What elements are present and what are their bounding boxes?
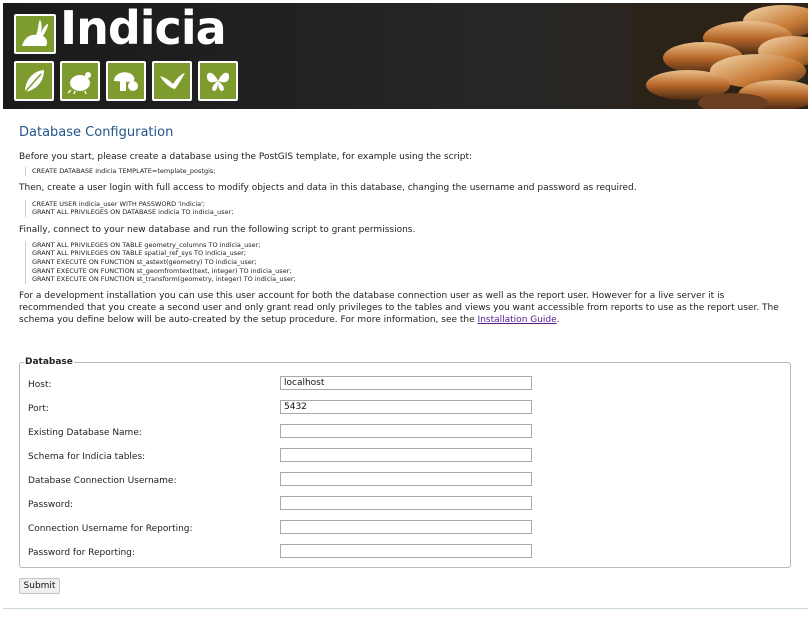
report-username-label: Connection Username for Reporting: [28,524,193,534]
brand-name: Indicia [60,3,227,55]
bird-icon [152,61,192,101]
host-label: Host: [28,380,52,390]
code-line: GRANT EXECUTE ON FUNCTION st_transform(g… [32,275,296,284]
rabbit-icon [14,14,56,54]
db-username-row: Database Connection Username: [28,472,788,490]
code-line: GRANT ALL PRIVILEGES ON TABLE spatial_re… [32,249,247,258]
note-end: . [556,314,560,325]
footer-divider [3,608,808,609]
main-content: Database Configuration Before you start,… [19,124,791,594]
beetle-icon [60,61,100,101]
password-row: Password: [28,496,788,514]
code-block-create-user: CREATE USER indicia_user WITH PASSWORD '… [25,199,791,217]
report-password-label: Password for Reporting: [28,548,135,558]
code-line: CREATE DATABASE indicia TEMPLATE=templat… [32,167,216,175]
fungi-photo [633,3,808,109]
report-username-row: Connection Username for Reporting: [28,520,788,538]
installation-guide-link[interactable]: Installation Guide [478,315,557,325]
schema-row: Schema for Indicia tables: [28,448,788,466]
code-block-grant-permissions: GRANT ALL PRIVILEGES ON TABLE geometry_c… [25,240,791,284]
port-label: Port: [28,404,49,414]
intro-create-user: Then, create a user login with full acce… [19,182,637,193]
host-input[interactable] [280,376,532,390]
mushroom-icon [106,61,146,101]
code-block-create-database: CREATE DATABASE indicia TEMPLATE=templat… [25,167,791,176]
database-fieldset: Database Host: Port: Existing Database N… [19,356,791,568]
db-username-label: Database Connection Username: [28,476,177,486]
password-input[interactable] [280,496,532,510]
schema-input[interactable] [280,448,532,462]
host-row: Host: [28,376,788,394]
report-password-input[interactable] [280,544,532,558]
note-text: For a development installation you can u… [19,290,779,325]
port-row: Port: [28,400,788,418]
submit-button[interactable]: Submit [19,578,60,594]
code-line: GRANT EXECUTE ON FUNCTION st_astext(geom… [32,257,257,266]
code-line: CREATE USER indicia_user WITH PASSWORD '… [32,199,206,208]
database-legend: Database [24,356,74,368]
indicia-logo[interactable]: Indicia [14,3,244,106]
report-password-row: Password for Reporting: [28,544,788,562]
report-username-input[interactable] [280,520,532,534]
development-note: For a development installation you can u… [19,290,791,326]
password-label: Password: [28,500,74,510]
header-banner: Indicia [3,3,808,109]
butterfly-icon [198,61,238,101]
page-title: Database Configuration [19,125,174,140]
port-input[interactable] [280,400,532,414]
database-name-row: Existing Database Name: [28,424,788,442]
schema-label: Schema for Indicia tables: [28,452,146,462]
db-username-input[interactable] [280,472,532,486]
code-line: GRANT ALL PRIVILEGES ON DATABASE indicia… [32,208,234,217]
database-name-input[interactable] [280,424,532,438]
intro-create-database: Before you start, please create a databa… [19,152,473,162]
intro-grant-permissions: Finally, connect to your new database an… [19,224,416,235]
code-line: GRANT ALL PRIVILEGES ON TABLE geometry_c… [32,240,261,249]
code-line: GRANT EXECUTE ON FUNCTION st_geomfromtex… [32,266,292,275]
logo-icon-row [14,61,238,101]
database-name-label: Existing Database Name: [28,428,142,438]
leaf-icon [14,61,54,101]
